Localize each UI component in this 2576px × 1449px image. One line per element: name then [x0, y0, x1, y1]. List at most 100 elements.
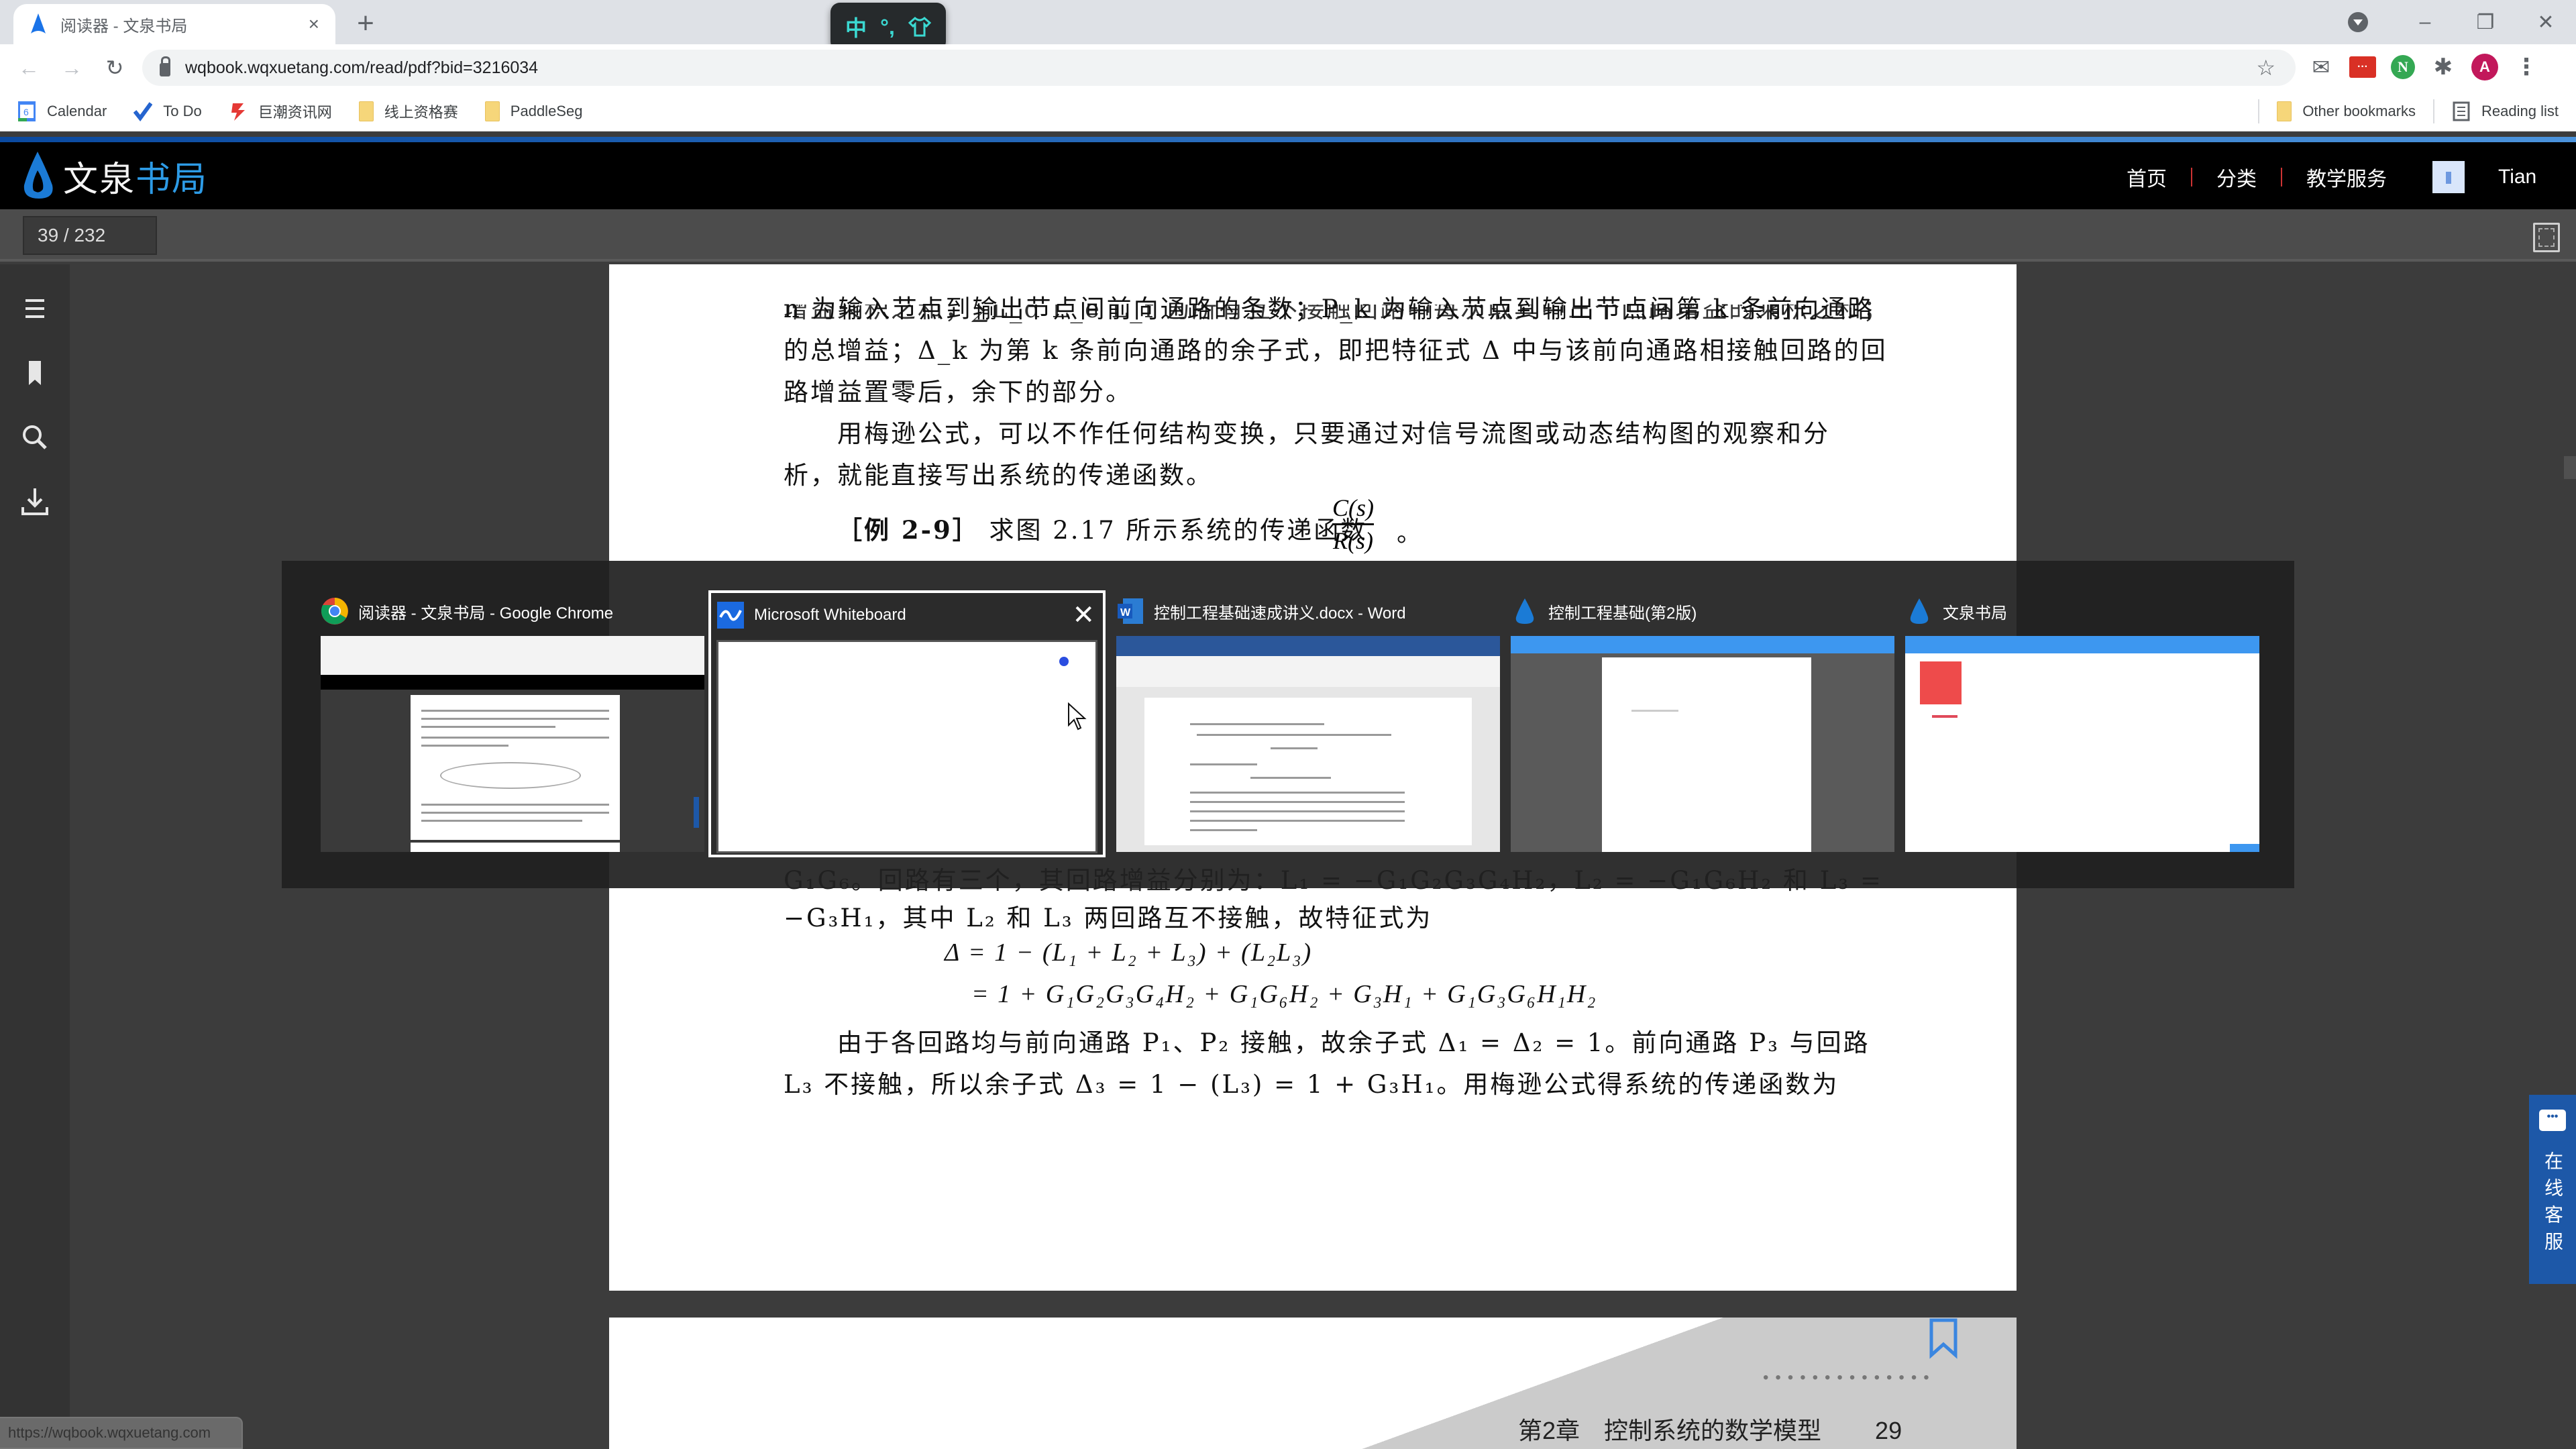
switcher-item-whiteboard[interactable]: Microsoft Whiteboard ✕ [708, 590, 1106, 857]
ime-mode-chinese[interactable]: 中 [845, 11, 867, 42]
download-icon[interactable] [17, 484, 52, 519]
reader-toolbar: 39 / 232 [0, 209, 2576, 262]
reload-button[interactable]: ↻ [101, 54, 129, 82]
frac-tail: 。 [1397, 519, 1424, 547]
example-label: ［例 2-9］ [837, 515, 979, 545]
bookmark-todo[interactable]: To Do [133, 101, 202, 122]
switcher-item-word[interactable]: W 控制工程基础速成讲义.docx - Word [1111, 589, 1500, 857]
switcher-item-header: 阅读器 - 文泉书局 - Google Chrome [321, 597, 613, 625]
status-bar-url: https://wqbook.wqxuetang.com [0, 1417, 243, 1449]
browser-tab-active[interactable]: 阅读器 - 文泉书局 × [13, 4, 335, 44]
bookmark-folder-xianshang[interactable]: 线上资格赛 [358, 101, 458, 122]
forward-button[interactable]: → [58, 54, 86, 82]
nav-divider [2281, 168, 2282, 186]
restore-button[interactable]: ❐ [2455, 11, 2516, 34]
frac-denominator: R(s) [1333, 527, 1373, 554]
extensions-puzzle-icon[interactable]: ✱ [2430, 54, 2457, 80]
chrome-menu-icon[interactable]: ⋮ [2513, 54, 2540, 80]
mouse-cursor-icon [1068, 702, 1087, 731]
green-n-extension-icon[interactable]: N [2391, 55, 2415, 79]
user-name[interactable]: Tian [2498, 166, 2536, 189]
close-window-button[interactable]: ✕ [2516, 11, 2576, 34]
tab-close-icon[interactable]: × [309, 13, 319, 35]
reading-list-icon [2453, 101, 2470, 121]
lock-icon[interactable] [160, 56, 170, 76]
wenquan-icon [1515, 598, 1534, 624]
nav-category[interactable]: 分类 [2216, 162, 2257, 192]
frac-bar [1332, 523, 1374, 525]
switcher-item-wenquan-book[interactable]: 控制工程基础(第2版) [1505, 589, 1894, 857]
bookmarks-right: Other bookmarks Reading list [2241, 91, 2559, 131]
word-window-thumbnail [1116, 636, 1500, 852]
scrollbar-thumb[interactable] [2564, 456, 2576, 479]
svg-text:6: 6 [23, 107, 29, 117]
minimize-button[interactable]: – [2395, 11, 2455, 34]
folder-icon [484, 101, 500, 121]
bookmark-label: To Do [163, 102, 202, 119]
switcher-close-icon[interactable]: ✕ [1072, 600, 1095, 631]
doc-line: 析，就能直接写出系统的传递函数。 [784, 461, 1213, 490]
folder-icon [2277, 101, 2292, 121]
wenquan-icon [1910, 598, 1929, 624]
divider [2433, 99, 2435, 123]
task-switcher: 阅读器 - 文泉书局 - Google Chrome Microsoft Whi… [282, 561, 2294, 888]
bookmark-juchao[interactable]: 巨潮资讯网 [229, 101, 332, 122]
toc-menu-icon[interactable] [17, 291, 52, 326]
divider [2258, 99, 2260, 123]
url-text[interactable]: wqbook.wqxuetang.com/read/pdf?bid=321603… [185, 58, 538, 78]
ime-punctuation[interactable]: °, [880, 15, 895, 40]
nav-divider [2191, 168, 2192, 186]
example-heading: ［例 2-9］ 求图 2.17 所示系统的传递函数 [837, 510, 1367, 546]
doc-line: −G₃H₁，其中 L₂ 和 L₃ 两回路互不接触，故特征式为 [784, 904, 1433, 932]
bookmark-calendar[interactable]: 6 Calendar [17, 101, 107, 122]
svg-text:W: W [1120, 607, 1131, 619]
back-button[interactable]: ← [15, 54, 43, 82]
fit-page-icon[interactable] [2533, 223, 2560, 252]
bookmark-star-icon[interactable]: ☆ [2256, 55, 2275, 80]
bookmark-label: PaddleSeg [510, 102, 583, 119]
logo-text-wenquan: 文泉 [63, 160, 136, 199]
other-bookmarks-label: Other bookmarks [2302, 103, 2416, 119]
top-nav: 首页 分类 教学服务 [2127, 162, 2387, 192]
red-extension-icon[interactable]: ··· [2349, 56, 2376, 78]
search-icon[interactable] [17, 420, 52, 455]
switcher-item-wenquan[interactable]: 文泉书局 [1900, 589, 2262, 857]
ime-skin-shirt-icon[interactable] [908, 16, 931, 38]
header-accent-bar [0, 137, 2576, 142]
address-bar[interactable]: wqbook.wqxuetang.com/read/pdf?bid=321603… [142, 50, 2296, 86]
folder-icon [358, 101, 374, 121]
switcher-item-title: 文泉书局 [1943, 604, 2007, 623]
user-menu[interactable]: Tian [2432, 161, 2536, 193]
page-indicator-input[interactable]: 39 / 232 [23, 216, 157, 255]
example-text: 求图 2.17 所示系统的传递函数 [989, 516, 1368, 545]
user-avatar[interactable] [2432, 161, 2465, 193]
switcher-item-title: 控制工程基础速成讲义.docx - Word [1154, 604, 1406, 623]
browser-toolbar: ← → ↻ wqbook.wqxuetang.com/read/pdf?bid=… [0, 44, 2576, 91]
pdf-page-next: •••••••••••••• 第2章 控制系统的数学模型 29 [609, 1318, 2017, 1449]
reader-sidebar [0, 264, 70, 1449]
bookmark-label: 巨潮资讯网 [258, 103, 332, 121]
bookmark-icon[interactable] [17, 356, 52, 390]
doc-line: 由于各回路均与前向通路 P₁、P₂ 接触，故余子式 Δ₁ = Δ₂ = 1。前向… [837, 1028, 1870, 1057]
switcher-item-header: W 控制工程基础速成讲义.docx - Word [1116, 597, 1406, 625]
switcher-item-header: Microsoft Whiteboard [716, 601, 906, 629]
switcher-item-chrome[interactable]: 阅读器 - 文泉书局 - Google Chrome [315, 589, 704, 857]
profile-avatar[interactable]: A [2471, 54, 2498, 80]
tab-search-dropdown-icon[interactable] [2348, 12, 2368, 32]
nav-teaching-service[interactable]: 教学服务 [2306, 162, 2387, 192]
reading-list[interactable]: Reading list [2452, 101, 2559, 122]
dotted-decoration: •••••••••••••• [1763, 1368, 1936, 1387]
page-bookmark-icon[interactable] [1927, 1318, 1960, 1359]
mail-extension-icon[interactable]: ✉ [2308, 54, 2334, 80]
wenquan-favicon-icon [31, 13, 46, 34]
switcher-item-header: 控制工程基础(第2版) [1511, 597, 1697, 625]
other-bookmarks[interactable]: Other bookmarks [2277, 101, 2416, 121]
new-tab-button[interactable]: + [349, 7, 382, 40]
online-service-button[interactable]: ••• 在线客服 [2529, 1095, 2576, 1284]
nav-home[interactable]: 首页 [2127, 162, 2167, 192]
site-header: 文泉 书局 首页 分类 教学服务 Tian [0, 142, 2576, 209]
whiteboard-icon [717, 602, 744, 629]
site-logo[interactable]: 文泉 书局 [19, 150, 208, 201]
bookmark-folder-paddleseg[interactable]: PaddleSeg [484, 101, 583, 121]
switcher-item-header: 文泉书局 [1905, 597, 2007, 625]
